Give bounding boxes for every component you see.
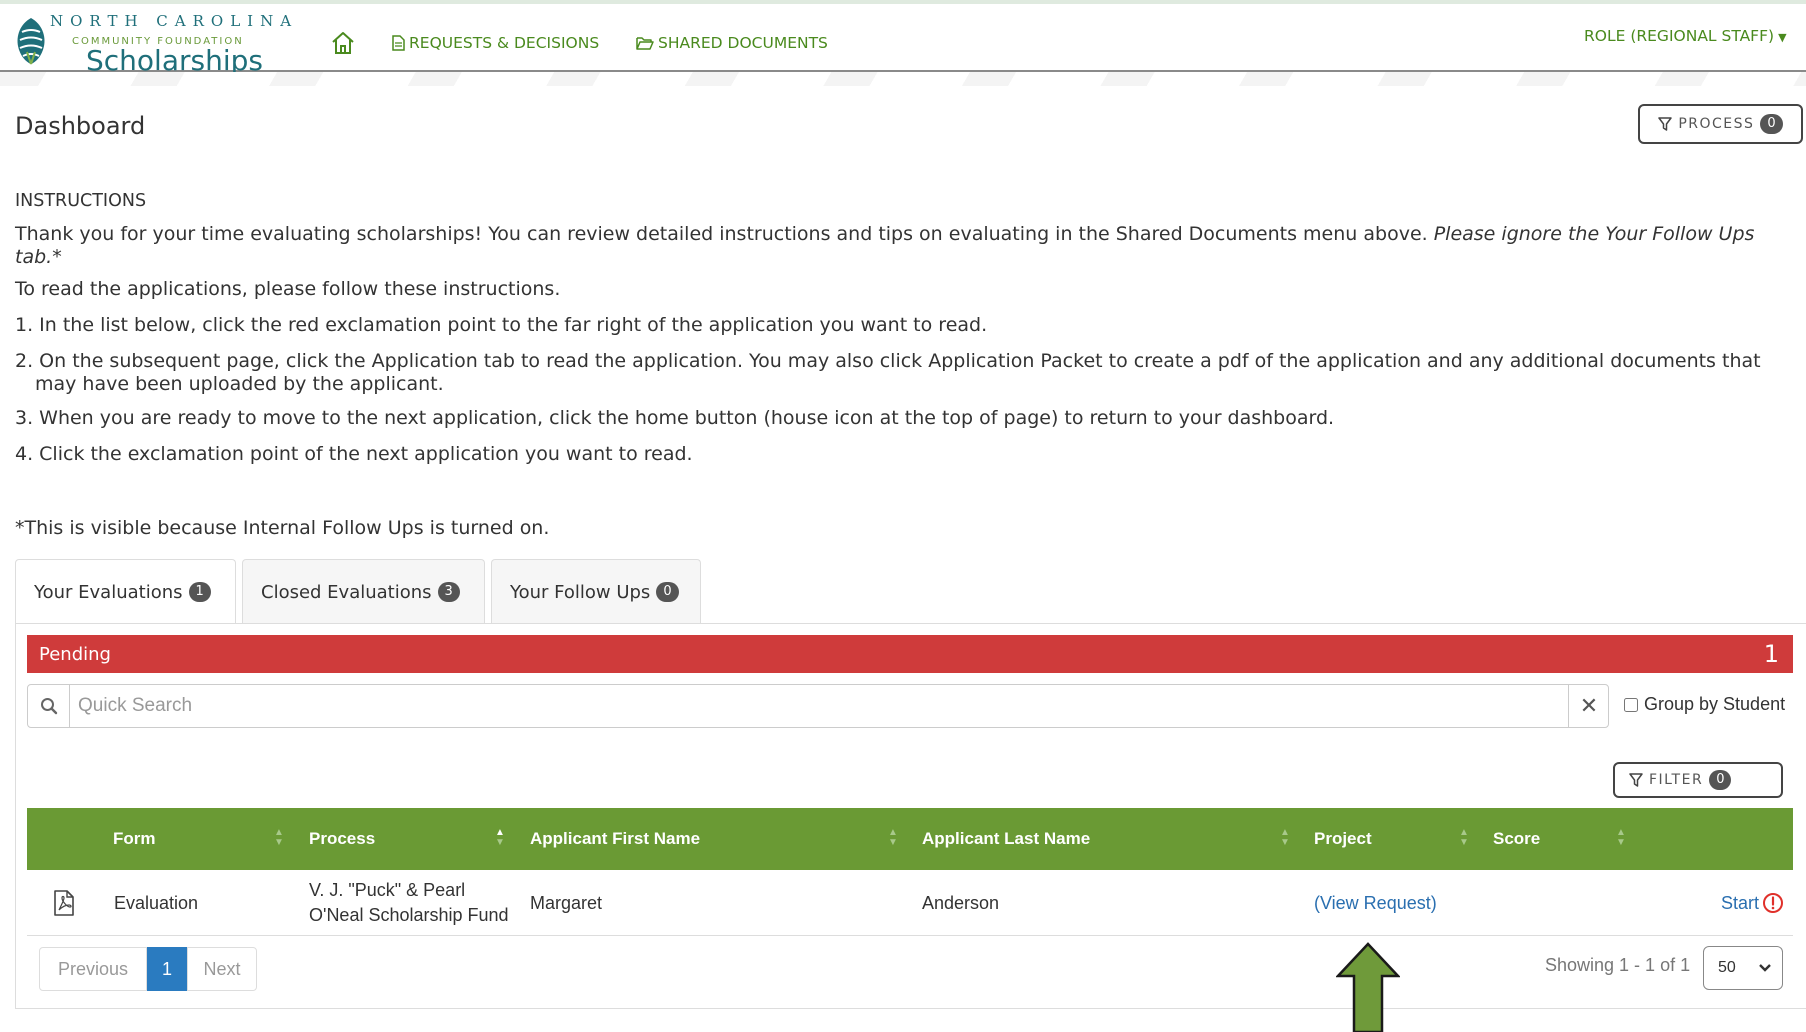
column-header-last-name[interactable]: Applicant Last Name xyxy=(922,808,1090,870)
column-header-label: Form xyxy=(113,829,156,848)
column-header-process[interactable]: Process xyxy=(309,808,375,870)
top-navbar: NORTH CAROLINA COMMUNITY FOUNDATION Scho… xyxy=(0,4,1806,77)
cell-form: Evaluation xyxy=(114,892,199,913)
instruction-step-4: 4. Click the exclamation point of the ne… xyxy=(15,443,693,465)
page-size-select[interactable]: 50 xyxy=(1703,946,1783,990)
tab-count-badge: 3 xyxy=(437,582,460,602)
pdf-file-icon[interactable] xyxy=(53,870,75,936)
filter-count-badge: 0 xyxy=(1709,770,1732,790)
nav-requests-label: REQUESTS & DECISIONS xyxy=(409,34,600,52)
sort-icon[interactable]: ▲ ▼ xyxy=(1459,828,1469,848)
folder-open-icon xyxy=(636,37,654,50)
sort-asc-icon[interactable]: ▲ ▼ xyxy=(495,828,505,848)
start-label: Start xyxy=(1721,892,1760,913)
process-count-badge: 0 xyxy=(1760,114,1783,134)
group-by-student-label: Group by Student xyxy=(1644,694,1786,714)
pending-header[interactable]: Pending 1 xyxy=(27,635,1793,673)
cell-process-line-1: V. J. "Puck" & Pearl xyxy=(309,880,466,900)
group-by-student-toggle[interactable]: Group by Student xyxy=(1624,694,1785,715)
cell-process: V. J. "Puck" & Pearl O'Neal Scholarship … xyxy=(309,870,509,936)
caret-down-icon: ▼ xyxy=(1778,31,1787,44)
nccf-scholarships-logo[interactable]: NORTH CAROLINA COMMUNITY FOUNDATION Scho… xyxy=(14,12,314,77)
tab-closed-evaluations[interactable]: Closed Evaluations 3 xyxy=(242,559,485,624)
nav-shared-label: SHARED DOCUMENTS xyxy=(658,34,828,52)
column-header-label: Score xyxy=(1493,829,1541,848)
column-header-label: Process xyxy=(309,829,376,848)
quick-search-input[interactable] xyxy=(78,691,1538,721)
pending-count: 1 xyxy=(1763,640,1779,668)
column-header-project[interactable]: Project xyxy=(1314,808,1372,870)
group-by-student-checkbox[interactable] xyxy=(1624,697,1638,712)
document-icon xyxy=(392,35,405,51)
tab-your-follow-ups[interactable]: Your Follow Ups 0 xyxy=(491,559,701,624)
process-label: PROCESS xyxy=(1678,116,1755,132)
page-title: Dashboard xyxy=(15,112,146,140)
role-label: ROLE (REGIONAL STAFF) xyxy=(1584,27,1775,45)
exclamation-circle-icon[interactable] xyxy=(1762,892,1784,914)
pagination: Previous 1 Next xyxy=(39,947,257,991)
showing-count: Showing 1 - 1 of 1 xyxy=(1545,955,1691,975)
column-header-form[interactable]: Form xyxy=(113,808,156,870)
quick-search-group: ✕ xyxy=(27,684,1609,728)
nav-requests-decisions[interactable]: REQUESTS & DECISIONS xyxy=(392,34,599,52)
start-evaluation-link[interactable]: Start xyxy=(1721,870,1784,936)
role-dropdown[interactable]: ROLE (REGIONAL STAFF) ▼ xyxy=(1584,27,1787,45)
evaluation-tabs: Your Evaluations 1 Closed Evaluations 3 … xyxy=(15,559,701,624)
sort-icon[interactable]: ▲ ▼ xyxy=(1280,828,1290,848)
cell-process-line-2: O'Neal Scholarship Fund xyxy=(309,905,509,925)
cell-last-name: Anderson xyxy=(922,892,1000,913)
filter-button[interactable]: FILTER 0 xyxy=(1613,762,1783,798)
previous-page-button[interactable]: Previous xyxy=(39,947,147,991)
column-header-label: Applicant Last Name xyxy=(922,829,1091,848)
nav-shared-documents[interactable]: SHARED DOCUMENTS xyxy=(636,34,828,52)
shell-logo-icon xyxy=(17,18,45,65)
tab-count-badge: 1 xyxy=(188,582,211,602)
tab-label: Your Follow Ups xyxy=(510,581,651,603)
follow-ups-footnote: *This is visible because Internal Follow… xyxy=(15,517,550,539)
filter-label: FILTER xyxy=(1649,772,1704,788)
tab-label: Closed Evaluations xyxy=(261,581,432,603)
page-size-value: 50 xyxy=(1718,959,1736,976)
column-header-score[interactable]: Score xyxy=(1493,808,1540,870)
clear-search-button[interactable]: ✕ xyxy=(1568,685,1609,727)
instruction-step-1: 1. In the list below, click the red excl… xyxy=(15,314,988,336)
cell-first-name: Margaret xyxy=(530,892,603,913)
instruction-step-2: 2. On the subsequent page, click the App… xyxy=(15,350,1761,395)
next-page-button[interactable]: Next xyxy=(187,947,257,991)
sort-icon[interactable]: ▲ ▼ xyxy=(888,828,898,848)
instructions-intro: Thank you for your time evaluating schol… xyxy=(15,223,1790,269)
search-icon xyxy=(28,685,70,727)
table-row: Evaluation V. J. "Puck" & Pearl O'Neal S… xyxy=(27,870,1793,936)
home-button[interactable] xyxy=(330,30,356,56)
filter-icon xyxy=(1629,773,1643,787)
column-header-first-name[interactable]: Applicant First Name xyxy=(530,808,700,870)
page-1-button[interactable]: 1 xyxy=(147,947,187,991)
nav-decorative-stripe xyxy=(0,72,1806,86)
filter-icon xyxy=(1658,117,1673,131)
annotation-up-arrow xyxy=(1336,942,1400,1032)
process-filter-button[interactable]: PROCESS 0 xyxy=(1638,104,1803,144)
tab-label: Your Evaluations xyxy=(34,581,183,603)
pending-label: Pending xyxy=(39,643,111,665)
chevron-down-icon xyxy=(1759,964,1771,972)
sort-icon[interactable]: ▲ ▼ xyxy=(274,828,284,848)
instructions-lead: To read the applications, please follow … xyxy=(15,278,561,300)
table-header: Form ▲ ▼ Process ▲ ▼ Applicant First Name … xyxy=(27,808,1793,870)
sort-icon[interactable]: ▲ ▼ xyxy=(1616,828,1626,848)
column-header-label: Applicant First Name xyxy=(530,829,701,848)
instructions-intro-text: Thank you for your time evaluating schol… xyxy=(15,223,1428,245)
instruction-step-3: 3. When you are ready to move to the nex… xyxy=(15,407,1335,429)
logo-line-1: NORTH CAROLINA xyxy=(50,12,299,30)
home-icon xyxy=(332,32,354,54)
tab-count-badge: 0 xyxy=(656,582,679,602)
tab-your-evaluations[interactable]: Your Evaluations 1 xyxy=(15,559,236,624)
close-icon: ✕ xyxy=(1579,693,1599,719)
column-header-label: Project xyxy=(1314,829,1372,848)
view-request-link[interactable]: (View Request) xyxy=(1314,870,1437,936)
instructions-heading: INSTRUCTIONS xyxy=(15,191,147,211)
